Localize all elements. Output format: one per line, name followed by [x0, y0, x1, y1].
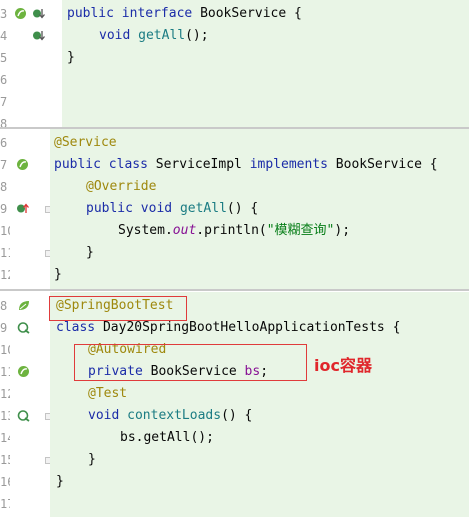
- line-number: 7: [0, 158, 8, 172]
- line-number: 10: [0, 343, 10, 357]
- code-line: public class ServiceImpl implements Book…: [54, 157, 438, 172]
- code-line: }: [86, 245, 94, 260]
- code-line: }: [56, 474, 64, 489]
- line-number: 17: [0, 497, 10, 511]
- line-number: 9: [0, 321, 8, 335]
- line-number: 11: [0, 365, 10, 379]
- line-number: 8: [0, 180, 8, 194]
- line-gutter: 8 9 10 11 12 13 14 15 16 17: [0, 292, 52, 517]
- code-line: void contextLoads() {: [88, 408, 253, 423]
- implemented-icon[interactable]: [32, 29, 45, 42]
- code-line: }: [54, 267, 62, 282]
- line-number: 8: [0, 117, 8, 127]
- line-gutter: 6 7 8 9 10 11 12: [0, 129, 52, 289]
- spring-bean-icon[interactable]: [14, 7, 27, 20]
- pane-separator: [0, 289, 469, 291]
- code-area[interactable]: public interface BookService { void getA…: [62, 0, 469, 127]
- implemented-icon[interactable]: [32, 7, 45, 20]
- line-number: 12: [0, 268, 10, 282]
- line-number: 8: [0, 299, 8, 313]
- line-number: 6: [0, 73, 8, 87]
- line-number: 11: [0, 246, 10, 260]
- code-line: void getAll();: [99, 28, 209, 43]
- line-number: 9: [0, 202, 8, 216]
- code-line: }: [67, 50, 75, 65]
- run-test-icon[interactable]: [17, 321, 30, 334]
- code-line: }: [88, 452, 96, 467]
- line-number: 3: [0, 7, 8, 21]
- springboottest-highlight-box: [49, 296, 187, 321]
- code-line: bs.getAll();: [120, 430, 214, 445]
- line-number: 16: [0, 475, 10, 489]
- code-line: @Test: [88, 386, 128, 401]
- line-number: 15: [0, 453, 10, 467]
- line-number: 7: [0, 95, 8, 109]
- implementing-icon[interactable]: [16, 202, 29, 215]
- code-line: public interface BookService {: [67, 6, 302, 21]
- line-number: 4: [0, 29, 8, 43]
- line-number: 12: [0, 387, 10, 401]
- code-line: @Override: [86, 179, 157, 194]
- spring-bean-icon[interactable]: [17, 365, 30, 378]
- line-number: 14: [0, 431, 10, 445]
- spring-bean-icon[interactable]: [16, 158, 29, 171]
- editor-pane-serviceimpl: 6 7 8 9 10 11 12 @Service public class S…: [0, 129, 469, 289]
- spring-leaf-icon[interactable]: [17, 299, 30, 312]
- ioc-container-label: ioc容器: [314, 356, 372, 375]
- code-line: @Service: [54, 135, 117, 150]
- code-line: public void getAll() {: [86, 201, 259, 216]
- line-number: 13: [0, 409, 10, 423]
- line-number: 5: [0, 51, 8, 65]
- code-area[interactable]: @Service public class ServiceImpl implem…: [50, 129, 469, 289]
- code-area[interactable]: @SpringBootTest class Day20SpringBootHel…: [50, 292, 469, 517]
- editor-pane-interface: 3 4 5 6 7 8 public interface BookService…: [0, 0, 469, 127]
- line-number: 6: [0, 136, 8, 150]
- line-number: 10: [0, 224, 10, 238]
- editor-pane-tests: 8 9 10 11 12 13 14 15 16 17 @SpringBootT…: [0, 292, 469, 517]
- run-test-icon[interactable]: [17, 409, 30, 422]
- autowired-highlight-box: [74, 344, 307, 381]
- line-gutter: 3 4 5 6 7 8: [0, 0, 62, 127]
- code-line: System.out.println("模糊查询");: [118, 223, 351, 238]
